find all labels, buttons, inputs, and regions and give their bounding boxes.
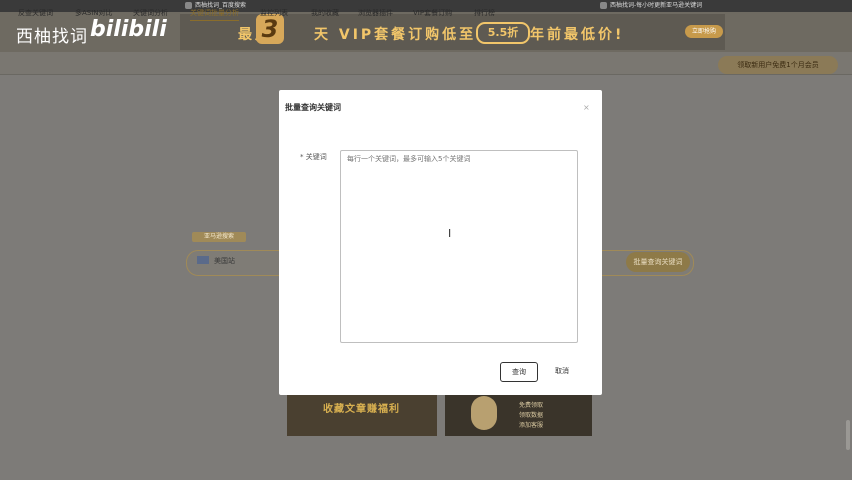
modal-title: 批量查询关键词 <box>285 103 341 112</box>
nav-item-asin-compare[interactable]: 多ASIN对比 <box>75 8 113 18</box>
banner-buy-button[interactable]: 立即抢购 <box>685 25 723 38</box>
bilibili-watermark: bilibili <box>90 17 167 42</box>
cancel-button[interactable]: 取消 <box>544 362 580 380</box>
text-cursor-icon: I <box>448 227 452 240</box>
banner-middle-text: 天 VIP套餐订购低至 <box>314 27 477 43</box>
nav-item-vip-order[interactable]: VIP套餐订购 <box>413 8 452 18</box>
us-flag-icon <box>197 256 209 264</box>
browser-tab[interactable]: 西柚找词-每小时更新亚马逊关键词 <box>600 1 702 11</box>
avatar <box>471 396 497 430</box>
promo-right-item: 添加客服 <box>519 422 544 429</box>
browser-tab-title: 西柚找词-每小时更新亚马逊关键词 <box>610 2 703 9</box>
close-icon[interactable]: × <box>583 103 590 112</box>
banner-days-number: 3 <box>256 14 284 44</box>
free-vip-badge[interactable]: 领取新用户免费1个月会员 <box>718 56 838 74</box>
banner-discount-pill: 5.5折 <box>476 22 530 44</box>
search-tag: 亚马逊搜索 <box>192 232 246 242</box>
promo-right-item: 免费领取 <box>519 402 544 409</box>
page-scrollbar[interactable] <box>846 420 850 450</box>
promo-left-text: 收藏文章赚福利 <box>323 404 400 415</box>
site-selector[interactable]: 美国站 <box>214 256 235 266</box>
nav-item-watch-list[interactable]: 监控列表 <box>260 8 288 18</box>
nav-item-batch-analysis[interactable]: 关键词批量分析 <box>190 8 239 21</box>
keyword-field-label: * 关键词 <box>300 153 327 161</box>
site-logo[interactable]: 西柚找词 <box>16 22 88 47</box>
nav-item-reverse-lookup[interactable]: 反查关键词 <box>18 8 53 18</box>
batch-query-button[interactable]: 批量查询关键词 <box>626 252 690 272</box>
query-button[interactable]: 查询 <box>500 362 538 382</box>
promo-card-right[interactable]: 免费领取 领取数据 添加客服 <box>445 392 592 436</box>
banner-suffix: 年前最低价! <box>530 27 625 43</box>
promo-card-left[interactable]: 收藏文章赚福利 <box>287 392 437 436</box>
nav-item-favorites[interactable]: 我的收藏 <box>311 8 339 18</box>
keyword-textarea[interactable] <box>340 150 578 343</box>
nav-item-browser-plugin[interactable]: 浏览器插件 <box>358 8 393 18</box>
tab-favicon-icon <box>600 2 607 9</box>
nav-item-ranking[interactable]: 排行榜 <box>474 8 495 18</box>
nav-item-keyword-analysis[interactable]: 关键词分析 <box>133 8 168 18</box>
promo-right-item: 领取数据 <box>519 412 544 419</box>
